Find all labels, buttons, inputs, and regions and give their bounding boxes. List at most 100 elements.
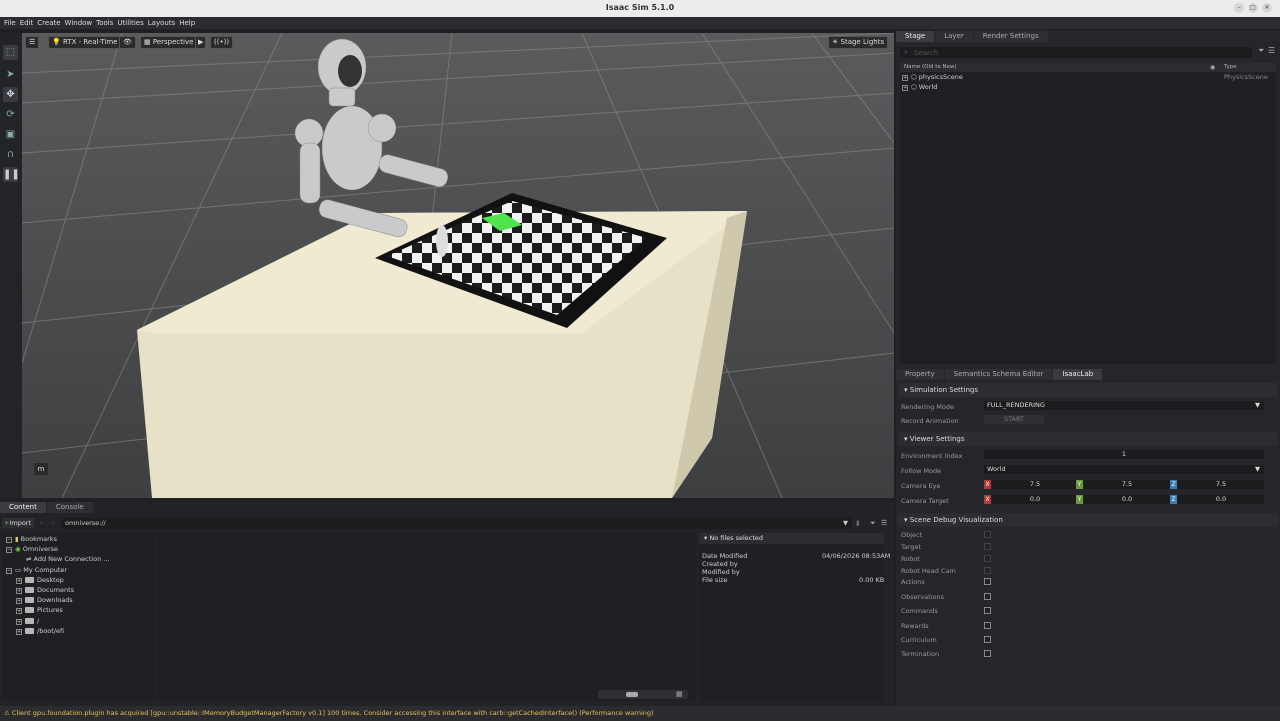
camera-button[interactable]: ▦ Perspective [140,36,198,49]
snap-icon[interactable]: ∩ [3,147,18,162]
eye-icon[interactable]: ◉ [1210,64,1215,71]
simulation-settings-header[interactable]: ▾ Simulation Settings [898,383,1278,397]
expand-icon[interactable]: + [902,85,908,91]
menu-edit[interactable]: Edit [20,19,34,27]
menu-layouts[interactable]: Layouts [148,19,175,27]
filter-icon[interactable]: ⏷ [870,519,876,528]
viewport[interactable]: ☰ 💡 RTX - Real-Time 👁 ▦ Perspective ▶ ((… [22,33,894,498]
tree-item-my-computer[interactable]: − ▭ My Computer [6,566,67,574]
expand-icon[interactable]: + [16,629,22,635]
chevron-right-icon[interactable]: ▶ [195,36,207,49]
camera-eye-z[interactable]: 7.5 [1178,480,1264,489]
tree-item-bookmarks[interactable]: − ▮ Bookmarks [6,535,57,543]
tree-item-documents[interactable]: + Documents [16,586,74,594]
debug-checkbox-observations[interactable] [984,593,991,600]
tree-item-add-connection[interactable]: ⇌ Add New Connection ... [26,555,109,563]
tab-stage[interactable]: Stage [896,31,935,42]
move-icon[interactable]: ✥ [3,87,18,102]
tab-content[interactable]: Content [0,502,46,513]
debug-checkbox-termination[interactable] [984,650,991,657]
menu-utilities[interactable]: Utilities [117,19,143,27]
col-type-header[interactable]: Type [1224,64,1237,70]
thumbnail-size-slider[interactable]: ▦ [598,690,688,699]
rtx-mode-button[interactable]: 💡 RTX - Real-Time [48,36,122,49]
stage-search-input[interactable]: ⌕ Search [900,47,1252,58]
debug-checkbox-target[interactable] [984,543,991,550]
scene-debug-header[interactable]: ▾ Scene Debug Visualization [898,513,1278,527]
grid-view-icon[interactable]: ▦ [676,690,683,698]
follow-mode-label: Follow Mode [901,467,942,475]
debug-checkbox-robot-head-cam[interactable] [984,567,991,574]
folder-icon [25,618,34,624]
env-index-field[interactable]: 1 [984,450,1264,459]
bookmark-icon[interactable]: ▮ [856,519,860,527]
audio-icon[interactable]: ((•)) [210,36,234,49]
stage-item-physicsscene[interactable]: + ⬡ physicsScene [902,73,963,81]
stage-lights-button[interactable]: ☀ Stage Lights [828,36,889,49]
options-icon[interactable]: ☰ [881,519,887,527]
follow-mode-select[interactable]: World ▼ [984,465,1264,474]
expand-icon[interactable]: − [6,568,12,574]
tab-semantics-schema-editor[interactable]: Semantics Schema Editor [944,369,1053,380]
select-mode-icon[interactable]: ⬚ [3,45,18,60]
menu-tools[interactable]: Tools [96,19,113,27]
rendering-mode-select[interactable]: FULL_RENDERING ▼ [984,401,1264,410]
minimize-button[interactable]: – [1234,3,1244,13]
camera-eye-y[interactable]: 7.5 [1084,480,1170,489]
camera-target-z[interactable]: 0.0 [1178,495,1264,504]
camera-target-y[interactable]: 0.0 [1084,495,1170,504]
tree-item-downloads[interactable]: + Downloads [16,596,73,604]
viewer-settings-header[interactable]: ▾ Viewer Settings [898,432,1278,446]
expand-icon[interactable]: + [16,619,22,625]
menu-help[interactable]: Help [179,19,195,27]
tab-layer[interactable]: Layer [935,31,973,42]
stage-item-world[interactable]: + ⬡ World [902,83,937,91]
col-name-header[interactable]: Name (Old to New) [904,64,957,70]
tab-console[interactable]: Console [46,502,93,513]
back-icon[interactable]: ‹ [40,519,43,527]
expand-icon[interactable]: + [902,75,908,81]
pause-icon[interactable]: ❚❚ [3,167,20,182]
file-grid[interactable] [158,533,696,701]
camera-target-x[interactable]: 0.0 [992,495,1078,504]
debug-label-observations: Observations [901,593,944,601]
tab-property[interactable]: Property [896,369,944,380]
maximize-button[interactable]: □ [1248,3,1258,13]
import-button[interactable]: +Import [2,518,34,528]
menu-create[interactable]: Create [37,19,60,27]
forward-icon[interactable]: › [52,519,55,527]
filter-icon[interactable]: ⏷ [1258,46,1264,56]
tree-item-boot-efi[interactable]: + /boot/efi [16,627,64,635]
tree-item-omniverse[interactable]: − ◉ Omniverse [6,545,58,553]
rotate-icon[interactable]: ⟳ [3,107,18,122]
tab-render-settings[interactable]: Render Settings [973,31,1048,42]
debug-checkbox-commands[interactable] [984,607,991,614]
expand-icon[interactable]: + [16,578,22,584]
scale-icon[interactable]: ▣ [3,127,18,142]
debug-checkbox-curriculum[interactable] [984,636,991,643]
camera-eye-x[interactable]: 7.5 [992,480,1078,489]
close-button[interactable]: ✕ [1262,3,1272,13]
debug-checkbox-object[interactable] [984,531,991,538]
tree-item-desktop[interactable]: + Desktop [16,576,64,584]
select-arrow-icon[interactable]: ➤ [3,67,18,82]
viewport-menu-icon[interactable]: ☰ [25,36,39,49]
path-input[interactable]: omniverse:// ▼ [62,518,852,529]
expand-icon[interactable]: − [6,537,12,543]
expand-icon[interactable]: + [16,588,22,594]
menu-file[interactable]: File [4,19,16,27]
expand-icon[interactable]: − [6,547,12,553]
tree-item-pictures[interactable]: + Pictures [16,606,63,614]
menu-window[interactable]: Window [65,19,93,27]
expand-icon[interactable]: + [16,608,22,614]
tree-item-root[interactable]: + / [16,617,39,625]
debug-checkbox-robot[interactable] [984,555,991,562]
expand-icon[interactable]: + [16,598,22,604]
visibility-icon[interactable]: 👁 [119,36,136,49]
tab-isaaclab[interactable]: IsaacLab [1053,369,1103,380]
debug-checkbox-actions[interactable] [984,578,991,585]
debug-checkbox-rewards[interactable] [984,622,991,629]
options-icon[interactable]: ☰ [1268,46,1275,55]
record-start-button[interactable]: START [984,415,1044,424]
slider-handle[interactable] [626,692,638,697]
